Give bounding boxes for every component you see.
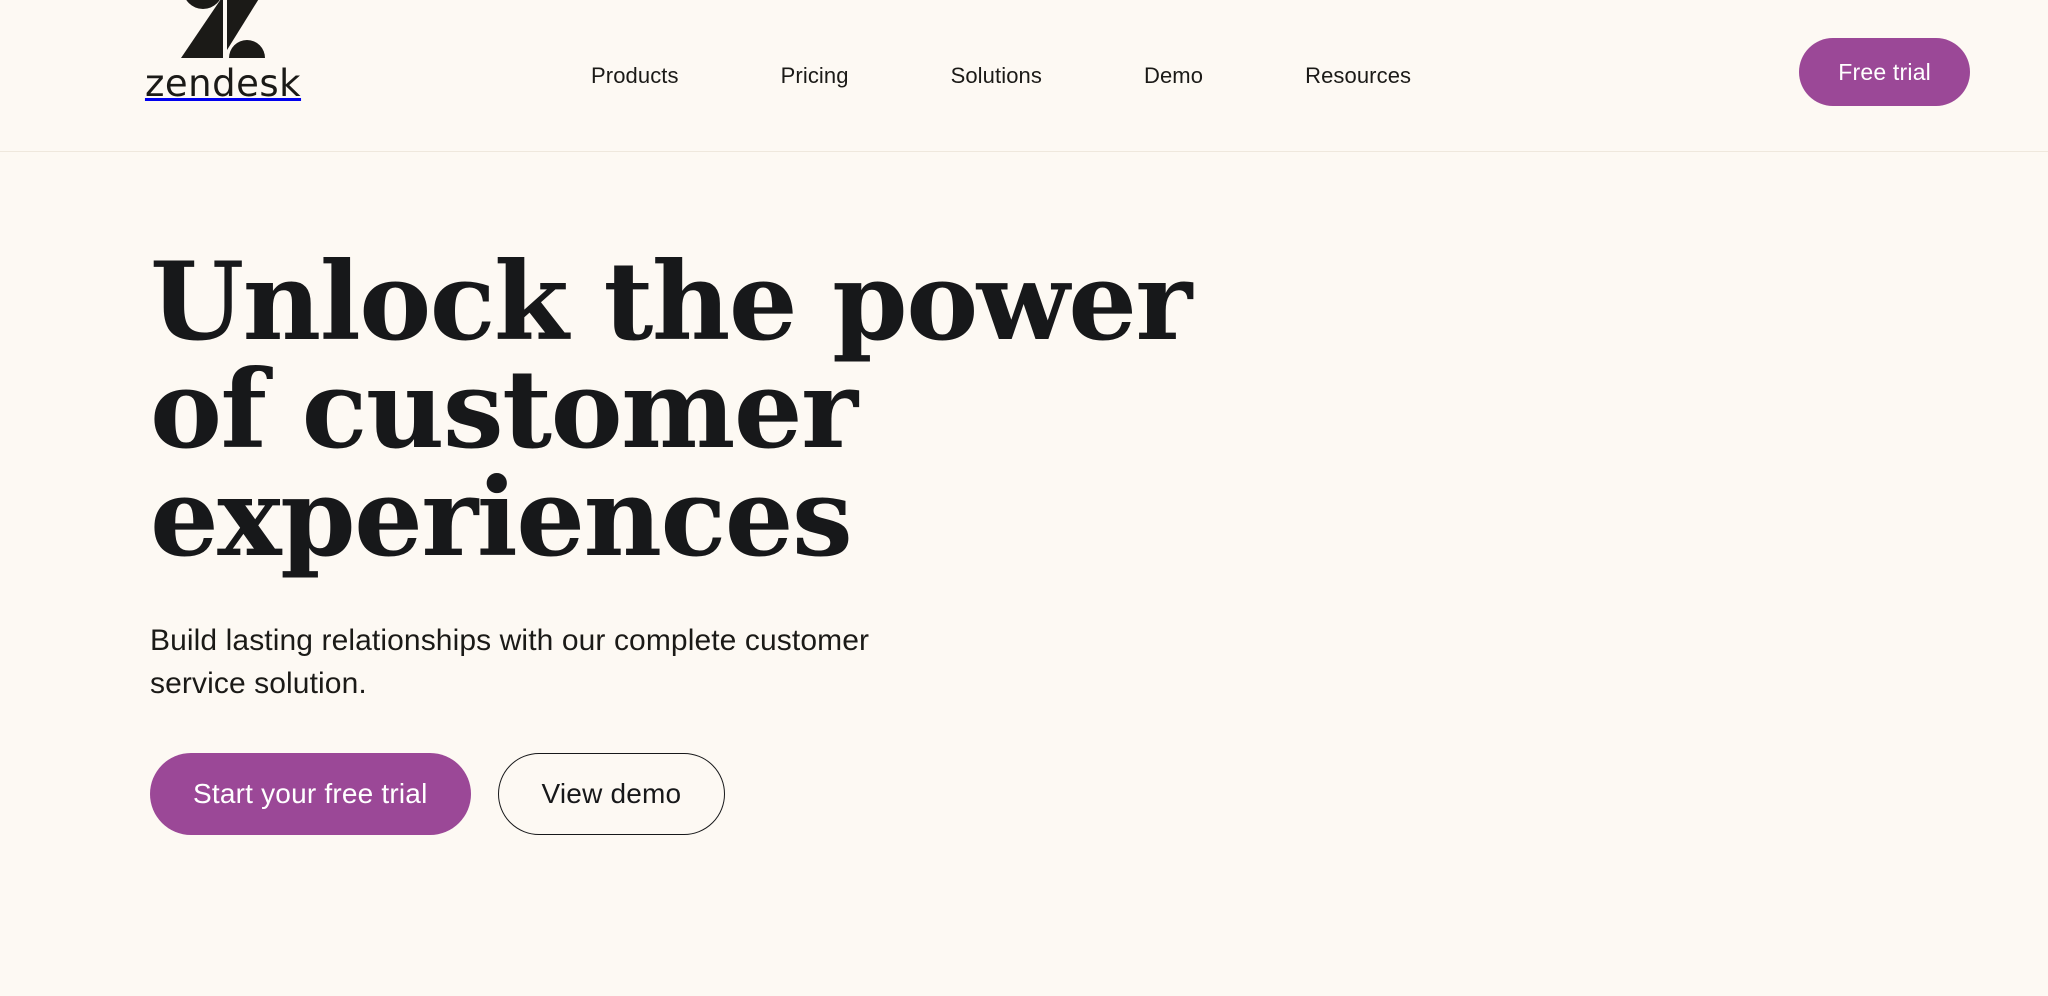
main-navigation: Products Pricing Solutions Demo Resource… [540,0,1462,152]
headline-line-3: experiences [150,455,853,581]
hero-subheadline: Build lasting relationships with our com… [150,620,950,705]
site-header: zendesk Products Pricing Solutions Demo … [0,0,2048,152]
hero-section: Unlock the power of customer experiences… [0,152,2048,836]
zendesk-wordmark: zendesk [144,62,302,105]
nav-item-solutions[interactable]: Solutions [900,63,1093,89]
start-free-trial-button[interactable]: Start your free trial [150,753,471,836]
subhead-line-2: service solution. [150,666,367,700]
zendesk-logo[interactable]: zendesk [144,0,302,105]
free-trial-button[interactable]: Free trial [1799,38,1970,106]
subhead-line-1: Build lasting relationships with our com… [150,624,870,657]
nav-item-pricing[interactable]: Pricing [730,63,900,89]
hero-headline: Unlock the power of customer experiences [150,239,1192,581]
hero-cta-row: Start your free trial View demo [150,753,2048,836]
nav-item-demo[interactable]: Demo [1093,63,1254,89]
headline-line-1: Unlock the power [150,239,1192,365]
zendesk-z-logo-icon [181,0,265,58]
view-demo-button[interactable]: View demo [497,753,726,836]
headline-line-2: of customer [150,347,858,473]
nav-item-products[interactable]: Products [540,63,730,89]
nav-item-resources[interactable]: Resources [1254,63,1462,89]
